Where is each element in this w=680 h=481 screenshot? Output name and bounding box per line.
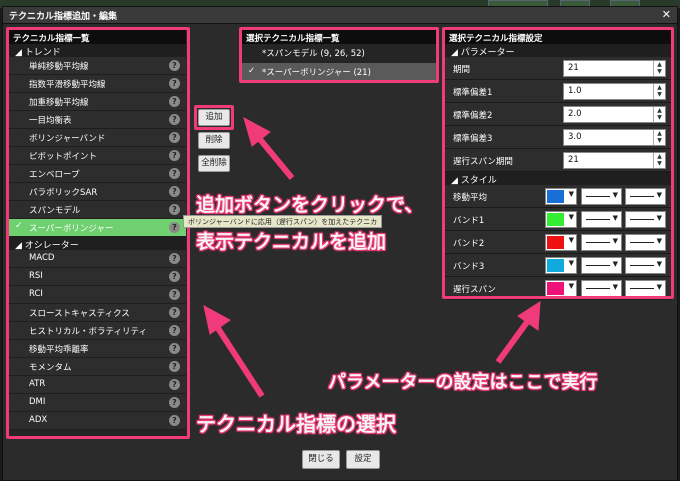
arrow-to-settings [495, 301, 541, 364]
arrow-to-add-button [243, 116, 295, 180]
annotation-arrows [203, 116, 541, 398]
arrow-to-indicator-list [203, 305, 265, 398]
